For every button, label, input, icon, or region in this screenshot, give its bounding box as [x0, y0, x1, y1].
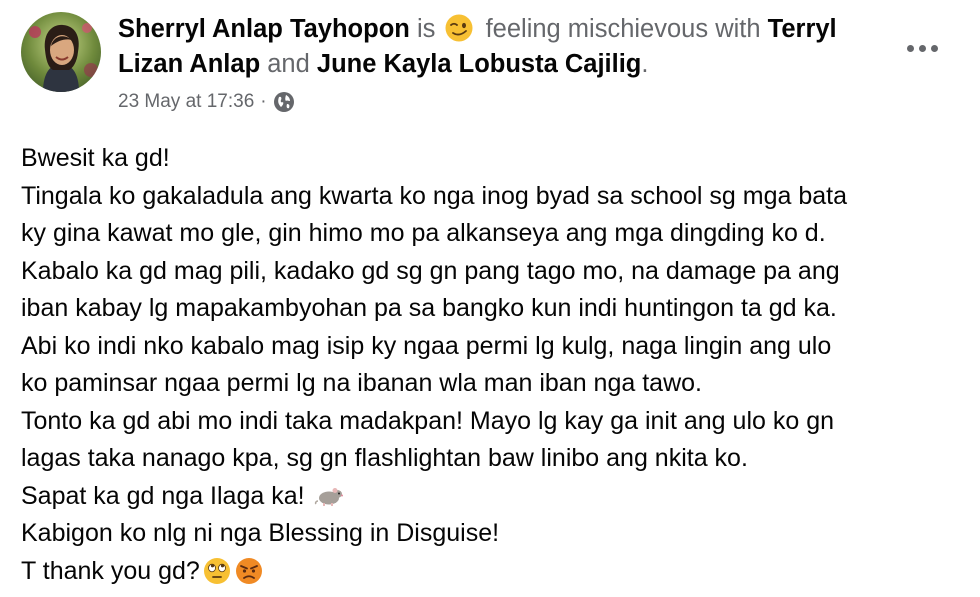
mischievous-face-emoji: [444, 13, 474, 43]
post-meta: 23 May at 17:36 ·: [118, 88, 295, 116]
post-line: Kabalo ka gd mag pili, kadako gd sg gn p…: [21, 256, 840, 285]
post-line: iban kabay lg mapakambyohan pa sa bangko…: [21, 294, 837, 322]
eye-roll-emoji: [202, 556, 232, 586]
post-line-with-emoji: T thank you gd?: [21, 553, 961, 591]
and-text: and: [267, 50, 310, 78]
post-line-with-emoji: Sapat ka gd nga Ilaga ka!: [21, 478, 961, 516]
post-timestamp[interactable]: 23 May at 17:36: [118, 88, 254, 116]
post-line: Kabigon ko nlg ni nga Blessing in Disgui…: [21, 519, 500, 547]
post-line-text: T thank you gd?: [21, 556, 200, 585]
post-line: ky gina kawat mo gle, gin himo mo pa alk…: [21, 219, 826, 247]
post-line: Tingala ko gakaladula ang kwarta ko nga …: [21, 181, 848, 210]
post-line: Bwesit ka gd!: [21, 144, 170, 172]
meta-separator: ·: [260, 91, 267, 112]
ellipsis-icon: [906, 44, 914, 52]
ellipsis-dot: [918, 44, 926, 52]
rat-emoji: [314, 481, 344, 511]
post-line: Abi ko indi nko kabalo mag isip ky ngaa …: [21, 331, 832, 360]
post-card: Sherryl Anlap Tayhopon is feeling mischi…: [0, 0, 980, 589]
tagged-person-2[interactable]: June Kayla Lobusta Cajilig: [317, 50, 642, 78]
post-line-text: Sapat ka gd nga Ilaga ka!: [21, 481, 305, 510]
angry-face-emoji: [234, 556, 264, 586]
post-line: Tonto ka gd abi mo indi taka madakpan! M…: [21, 406, 835, 435]
post-header: Sherryl Anlap Tayhopon is feeling mischi…: [118, 12, 888, 82]
ellipsis-dot: [930, 44, 938, 52]
author-name[interactable]: Sherryl Anlap Tayhopon: [118, 15, 410, 43]
globe-icon[interactable]: [273, 91, 295, 113]
avatar[interactable]: [21, 12, 101, 92]
post-body: Bwesit ka gd! Tingala ko gakaladula ang …: [21, 140, 961, 590]
is-text: is: [416, 15, 436, 43]
post-line: ko paminsar ngaa permi lg na ibanan wla …: [21, 369, 702, 397]
more-options-button[interactable]: [898, 32, 946, 64]
post-line: lagas taka nanago kpa, sg gn flashlighta…: [21, 444, 748, 472]
feeling-text[interactable]: feeling mischievous: [486, 15, 709, 43]
header-period: .: [641, 50, 649, 78]
with-text: with: [715, 15, 761, 43]
